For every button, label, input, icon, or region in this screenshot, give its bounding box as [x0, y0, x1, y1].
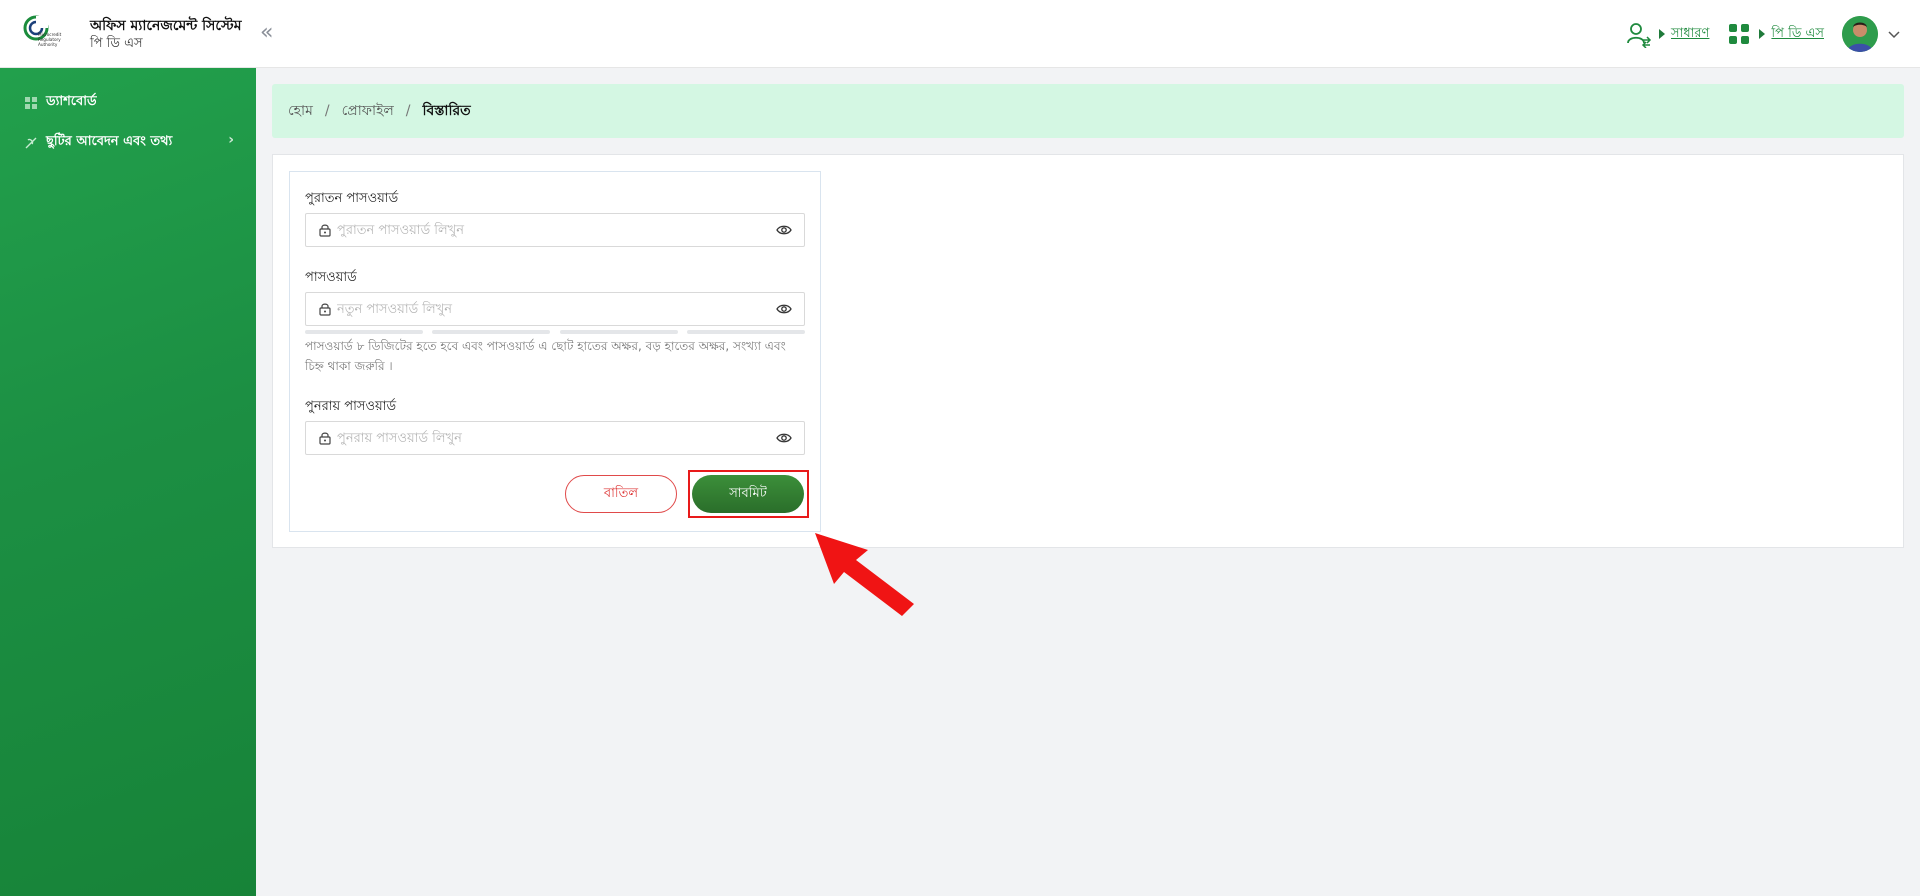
- sidebar: ড্যাশবোর্ড ছুটির আবেদন এবং তথ্য ›: [0, 68, 256, 896]
- sidebar-item-label: ছুটির আবেদন এবং তথ্য: [46, 134, 173, 149]
- mra-logo: Microcredit Regulatory Authority: [23, 15, 62, 47]
- caret-right-icon: [1658, 29, 1665, 39]
- old-password-label: পুরাতন পাসওয়ার্ড: [305, 191, 399, 206]
- confirm-password-field: [305, 421, 805, 455]
- svg-text:Authority: Authority: [38, 42, 58, 47]
- breadcrumb-separator: /: [405, 103, 411, 119]
- breadcrumb-separator: /: [324, 103, 330, 119]
- eye-icon[interactable]: [776, 303, 792, 315]
- chevron-down-icon[interactable]: [1888, 28, 1900, 40]
- leave-icon: [25, 137, 37, 148]
- role-link[interactable]: সাধারণ: [1671, 24, 1709, 45]
- lock-icon: [319, 432, 331, 445]
- eye-icon[interactable]: [776, 224, 792, 236]
- strength-segment: [686, 330, 805, 334]
- password-strength-meter: [305, 330, 805, 334]
- old-password-input[interactable]: [337, 215, 776, 245]
- sidebar-item-label: ড্যাশবোর্ড: [46, 94, 97, 109]
- role-switcher[interactable]: সাধারণ: [1625, 20, 1709, 48]
- submit-highlight-box: [688, 470, 809, 518]
- caret-right-icon: [1759, 29, 1766, 39]
- eye-icon[interactable]: [776, 432, 792, 444]
- new-password-field: [305, 292, 805, 326]
- breadcrumb-profile[interactable]: প্রোফাইল: [342, 99, 394, 123]
- sidebar-item-dashboard[interactable]: ড্যাশবোর্ড: [24, 92, 234, 113]
- module-link[interactable]: পি ডি এস: [1771, 24, 1824, 45]
- new-password-label: পাসওয়ার্ড: [305, 270, 357, 285]
- password-hint: পাসওয়ার্ড ৮ ডিজিটের হতে হবে এবং পাসওয়া…: [305, 339, 786, 373]
- new-password-input[interactable]: [337, 294, 776, 324]
- breadcrumb-home[interactable]: হোম: [288, 99, 313, 123]
- lock-icon: [319, 303, 331, 316]
- breadcrumb: হোম / প্রোফাইল / বিস্তারিত: [272, 84, 1904, 138]
- cancel-button[interactable]: বাতিল: [565, 475, 677, 513]
- old-password-field: [305, 213, 805, 247]
- breadcrumb-current: বিস্তারিত: [422, 103, 471, 119]
- dashboard-grid-icon: [25, 96, 37, 109]
- chevron-right-icon: ›: [228, 132, 234, 148]
- user-avatar-icon: [1842, 16, 1878, 52]
- strength-segment: [305, 330, 423, 334]
- collapse-sidebar-icon[interactable]: «: [260, 20, 273, 46]
- annotation-arrow-icon: [815, 533, 914, 616]
- lock-icon: [319, 224, 331, 237]
- avatar[interactable]: [1842, 16, 1878, 52]
- sidebar-item-leave[interactable]: ছুটির আবেদন এবং তথ্য ›: [24, 132, 234, 153]
- apps-grid-icon: [1729, 24, 1750, 44]
- confirm-password-input[interactable]: [337, 423, 776, 453]
- app-subtitle: পি ডি এস: [90, 36, 143, 51]
- strength-segment: [559, 330, 678, 334]
- module-switcher[interactable]: পি ডি এস: [1725, 20, 1824, 48]
- user-switch-icon: [1627, 23, 1652, 48]
- top-header: Microcredit Regulatory Authority অফিস ম্…: [0, 0, 1920, 68]
- confirm-password-label: পুনরায় পাসওয়ার্ড: [305, 399, 397, 414]
- strength-segment: [432, 330, 551, 334]
